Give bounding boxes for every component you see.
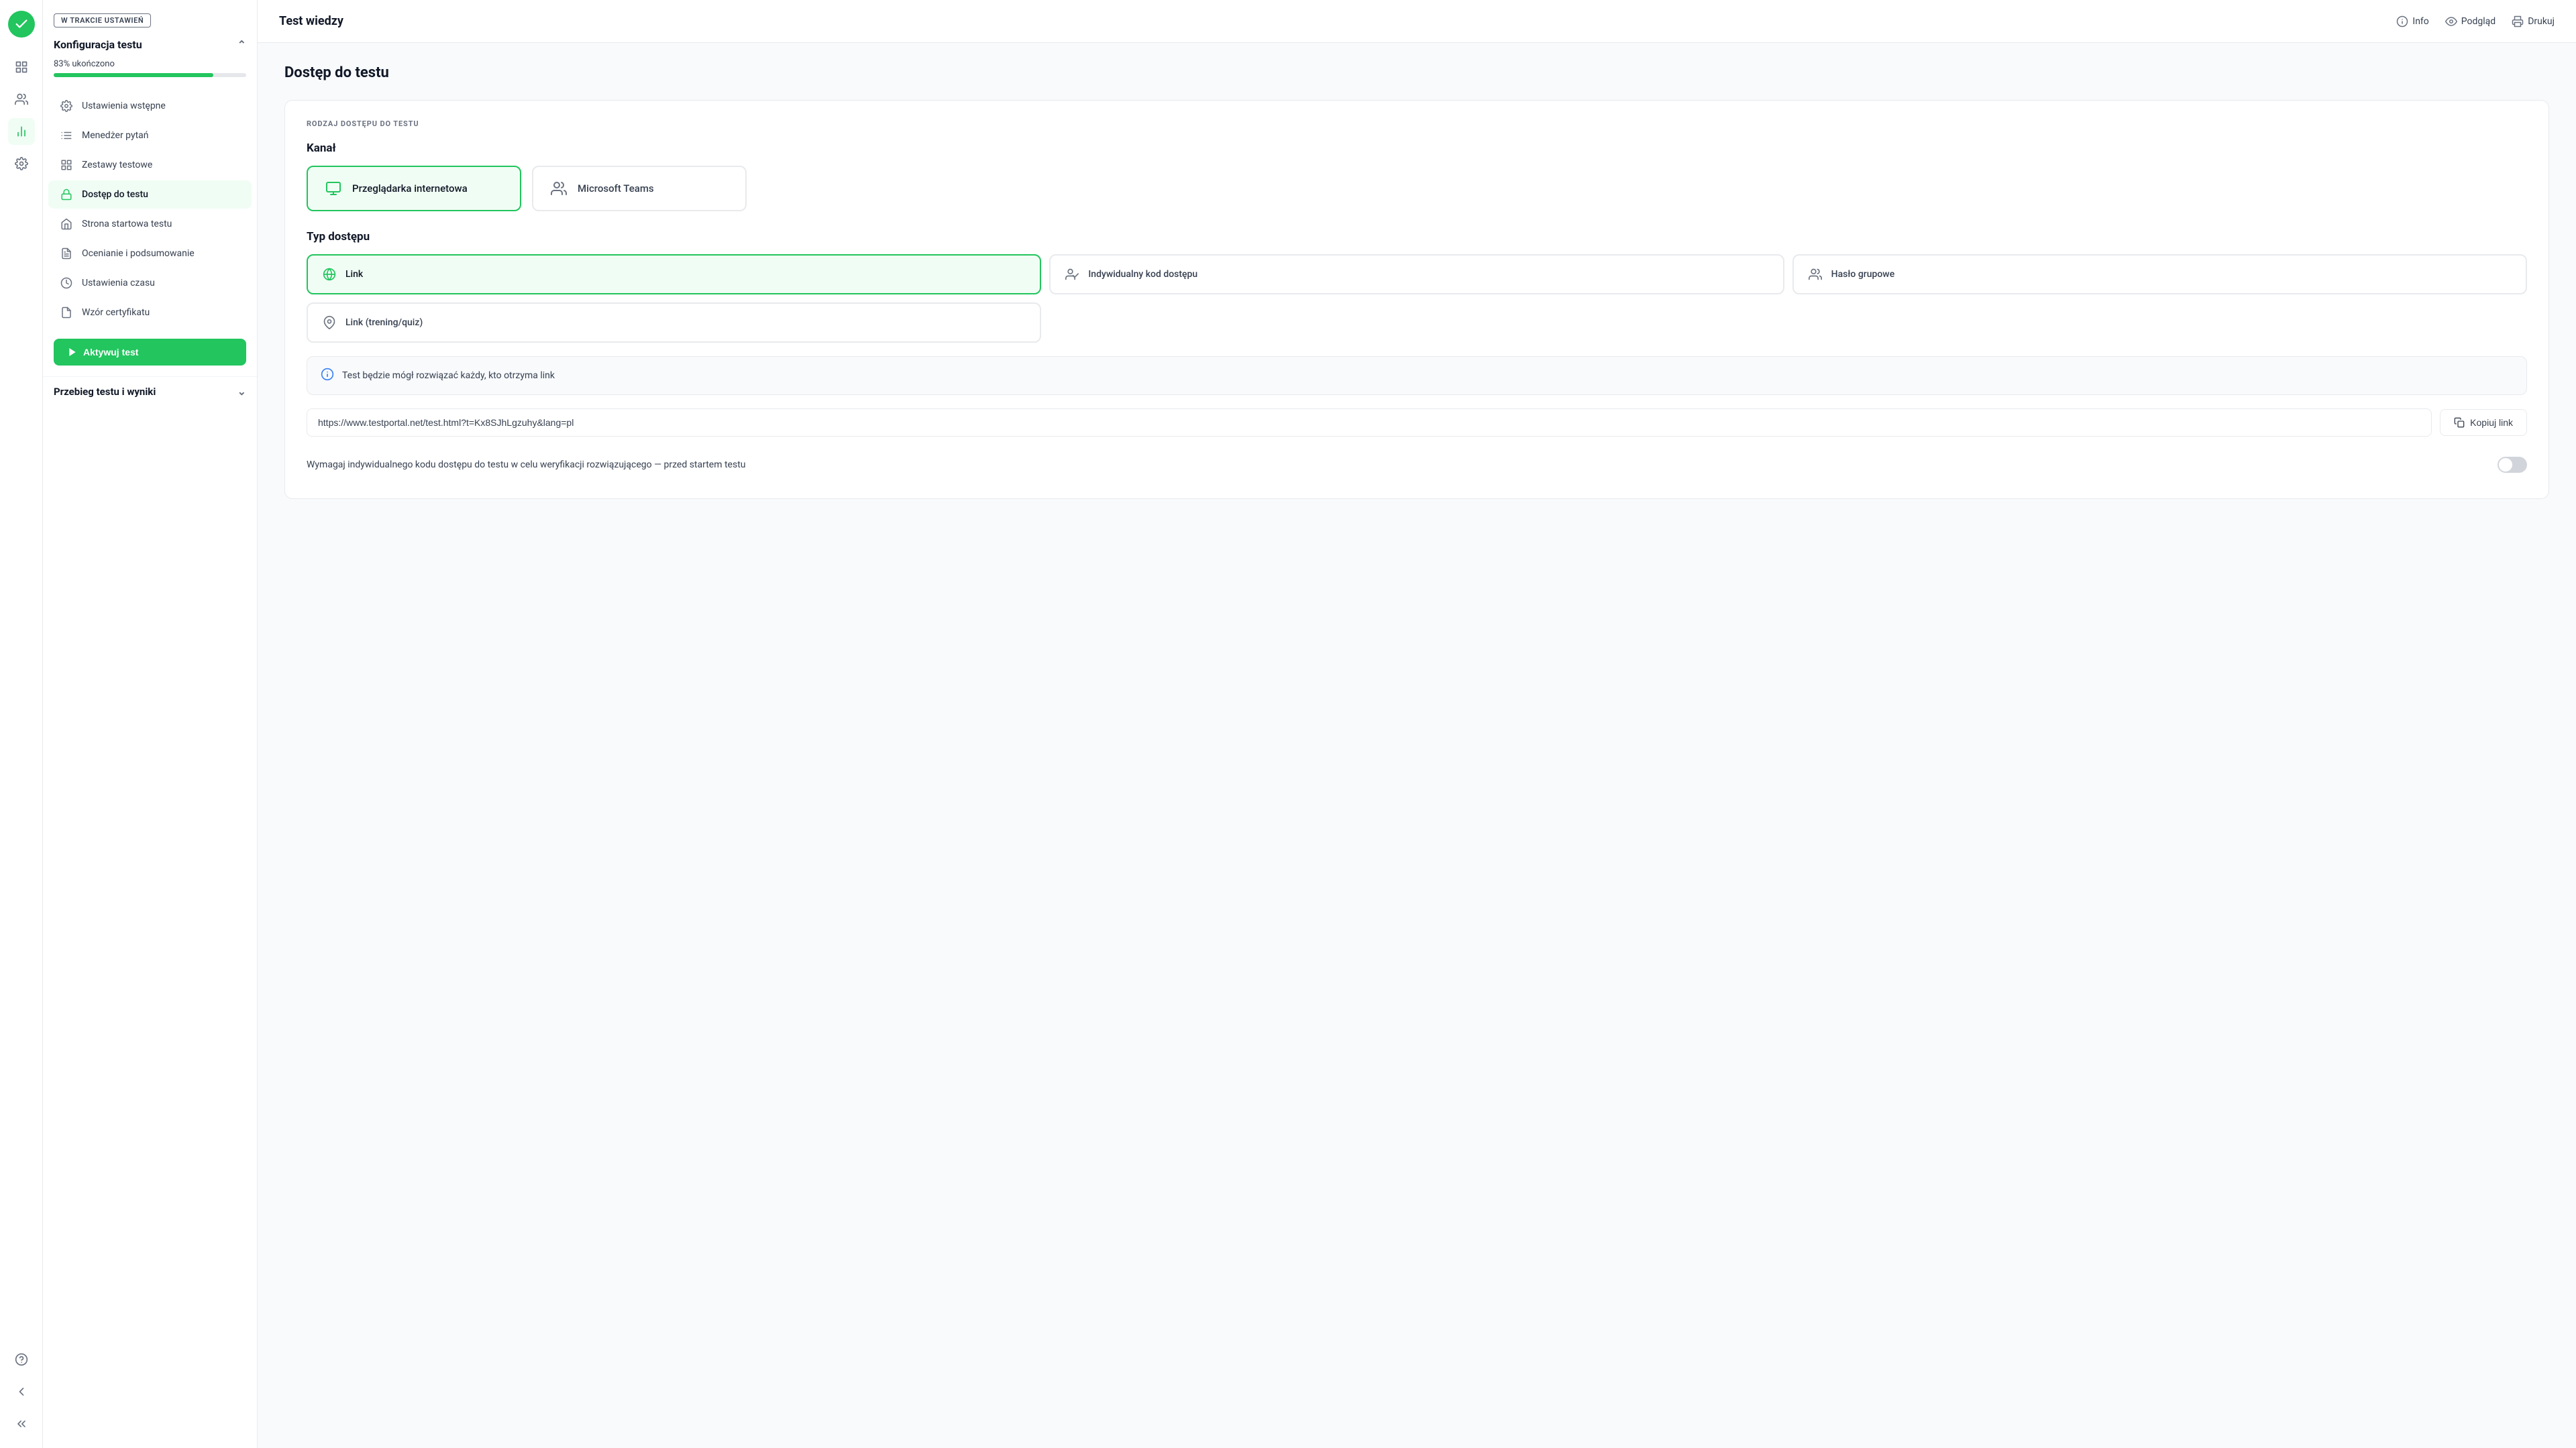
access-card: RODZAJ DOSTĘPU DO TESTU Kanał Przeglądar… (284, 100, 2549, 499)
rail-home-icon[interactable] (8, 54, 35, 80)
rail-back-icon[interactable] (8, 1378, 35, 1405)
results-section-title[interactable]: Przebieg testu i wyniki ⌄ (54, 385, 246, 398)
nav-item-label: Zestawy testowe (82, 160, 152, 170)
sidebar-item-ocenianie[interactable]: Ocenianie i podsumowanie (48, 239, 252, 268)
sidebar-item-strona-startowa[interactable]: Strona startowa testu (48, 210, 252, 238)
sidebar-item-ustawienia-wstepne[interactable]: Ustawienia wstępne (48, 92, 252, 120)
sidebar-item-dostep-do-testu[interactable]: Dostęp do testu (48, 180, 252, 209)
access-btn-label: Hasło grupowe (1831, 269, 1895, 280)
sidebar-item-wzor-certyfikatu[interactable]: Wzór certyfikatu (48, 298, 252, 327)
results-collapse-icon: ⌄ (237, 385, 246, 398)
certificate-icon (59, 305, 74, 320)
sidebar-item-menedzer-pytan[interactable]: Menedżer pytań (48, 121, 252, 150)
browser-icon (324, 179, 343, 198)
access-type-section-label: RODZAJ DOSTĘPU DO TESTU (307, 119, 2527, 128)
copy-link-button[interactable]: Kopiuj link (2440, 409, 2527, 436)
toggle-switch[interactable] (2498, 457, 2527, 473)
globe-icon (321, 266, 337, 282)
rail-settings-icon[interactable] (8, 150, 35, 177)
icon-rail (0, 0, 43, 1448)
config-section-title[interactable]: Konfiguracja testu ⌃ (54, 38, 246, 51)
teams-icon (549, 179, 568, 198)
toggle-row-label: Wymagaj indywidualnego kodu dostępu do t… (307, 459, 2498, 470)
topbar-actions: Info Podgląd Drukuj (2396, 15, 2555, 27)
training-link-icon (321, 315, 337, 331)
copy-icon (2454, 417, 2465, 428)
channel-label: Kanał (307, 142, 2527, 155)
time-icon (59, 276, 74, 290)
channel-btn-przegladarka[interactable]: Przeglądarka internetowa (307, 166, 521, 211)
grading-icon (59, 246, 74, 261)
access-btn-link-trening[interactable]: Link (trening/quiz) (307, 302, 1041, 343)
access-btn-indywidualny-kod[interactable]: Indywidualny kod dostępu (1049, 254, 1784, 294)
nav-item-label: Dostęp do testu (82, 189, 148, 200)
main-area: Test wiedzy Info Podgląd Drukuj (258, 0, 2576, 1448)
start-page-icon (59, 217, 74, 231)
access-type-label: Typ dostępu (307, 230, 2527, 243)
preview-button[interactable]: Podgląd (2445, 15, 2496, 27)
nav-item-label: Ustawienia wstępne (82, 101, 166, 111)
print-button[interactable]: Drukuj (2512, 15, 2555, 27)
info-button[interactable]: Info (2396, 15, 2428, 27)
settings-icon (59, 99, 74, 113)
sets-icon (59, 158, 74, 172)
questions-icon (59, 128, 74, 143)
sidebar-header: W TRAKCIE USTAWIEŃ Konfiguracja testu ⌃ (43, 0, 257, 59)
info-box-text: Test będzie mógł rozwiązać każdy, kto ot… (342, 370, 555, 381)
nav-item-label: Ocenianie i podsumowanie (82, 248, 195, 259)
nav-item-label: Wzór certyfikatu (82, 307, 150, 318)
link-input[interactable] (307, 408, 2432, 437)
status-badge: W TRAKCIE USTAWIEŃ (54, 13, 151, 27)
sidebar-item-ustawienia-czasu[interactable]: Ustawienia czasu (48, 269, 252, 297)
access-type-grid: Link Indywidualny kod dostępu (307, 254, 2527, 294)
group-password-icon (1807, 266, 1823, 282)
access-type-grid-row2: Link (trening/quiz) (307, 302, 2527, 343)
progress-section: 83% ukończono (43, 59, 257, 88)
config-collapse-icon: ⌃ (237, 38, 246, 51)
link-row: Kopiuj link (307, 408, 2527, 437)
rail-charts-icon[interactable] (8, 118, 35, 145)
progress-bar-background (54, 73, 246, 77)
sidebar: W TRAKCIE USTAWIEŃ Konfiguracja testu ⌃ … (43, 0, 258, 1448)
channel-btn-label: Microsoft Teams (578, 182, 654, 194)
individual-code-icon (1064, 266, 1080, 282)
page-title: Test wiedzy (279, 14, 343, 28)
access-btn-link[interactable]: Link (307, 254, 1041, 294)
channel-buttons: Przeglądarka internetowa Microsoft Teams (307, 166, 2527, 211)
section-heading: Dostęp do testu (284, 64, 2549, 81)
nav-item-label: Menedżer pytań (82, 130, 149, 141)
rail-collapse-icon[interactable] (8, 1410, 35, 1437)
channel-btn-teams[interactable]: Microsoft Teams (532, 166, 747, 211)
topbar: Test wiedzy Info Podgląd Drukuj (258, 0, 2576, 43)
nav-item-label: Strona startowa testu (82, 219, 172, 229)
progress-label: 83% ukończono (54, 59, 246, 69)
access-icon (59, 187, 74, 202)
app-logo[interactable] (8, 11, 35, 38)
info-circle-icon (321, 368, 334, 384)
results-section: Przebieg testu i wyniki ⌄ (43, 376, 257, 406)
nav-item-label: Ustawienia czasu (82, 278, 155, 288)
content-area: Dostęp do testu RODZAJ DOSTĘPU DO TESTU … (258, 43, 2576, 1448)
activate-test-button[interactable]: Aktywuj test (54, 339, 246, 366)
channel-btn-label: Przeglądarka internetowa (352, 182, 468, 194)
sidebar-item-zestawy-testowe[interactable]: Zestawy testowe (48, 151, 252, 179)
preview-icon (2445, 15, 2457, 27)
access-btn-haslo-grupowe[interactable]: Hasło grupowe (1792, 254, 2527, 294)
rail-users-icon[interactable] (8, 86, 35, 113)
print-icon (2512, 15, 2524, 27)
toggle-row: Wymagaj indywidualnego kodu dostępu do t… (307, 450, 2527, 480)
rail-help-icon[interactable] (8, 1346, 35, 1373)
info-box: Test będzie mógł rozwiązać każdy, kto ot… (307, 356, 2527, 395)
info-icon (2396, 15, 2408, 27)
sidebar-nav: Ustawienia wstępne Menedżer pytań Zestaw… (43, 88, 257, 331)
access-btn-label: Link (trening/quiz) (345, 317, 423, 328)
access-btn-label: Indywidualny kod dostępu (1088, 269, 1197, 280)
progress-bar-fill (54, 73, 213, 77)
access-btn-label: Link (345, 269, 363, 280)
